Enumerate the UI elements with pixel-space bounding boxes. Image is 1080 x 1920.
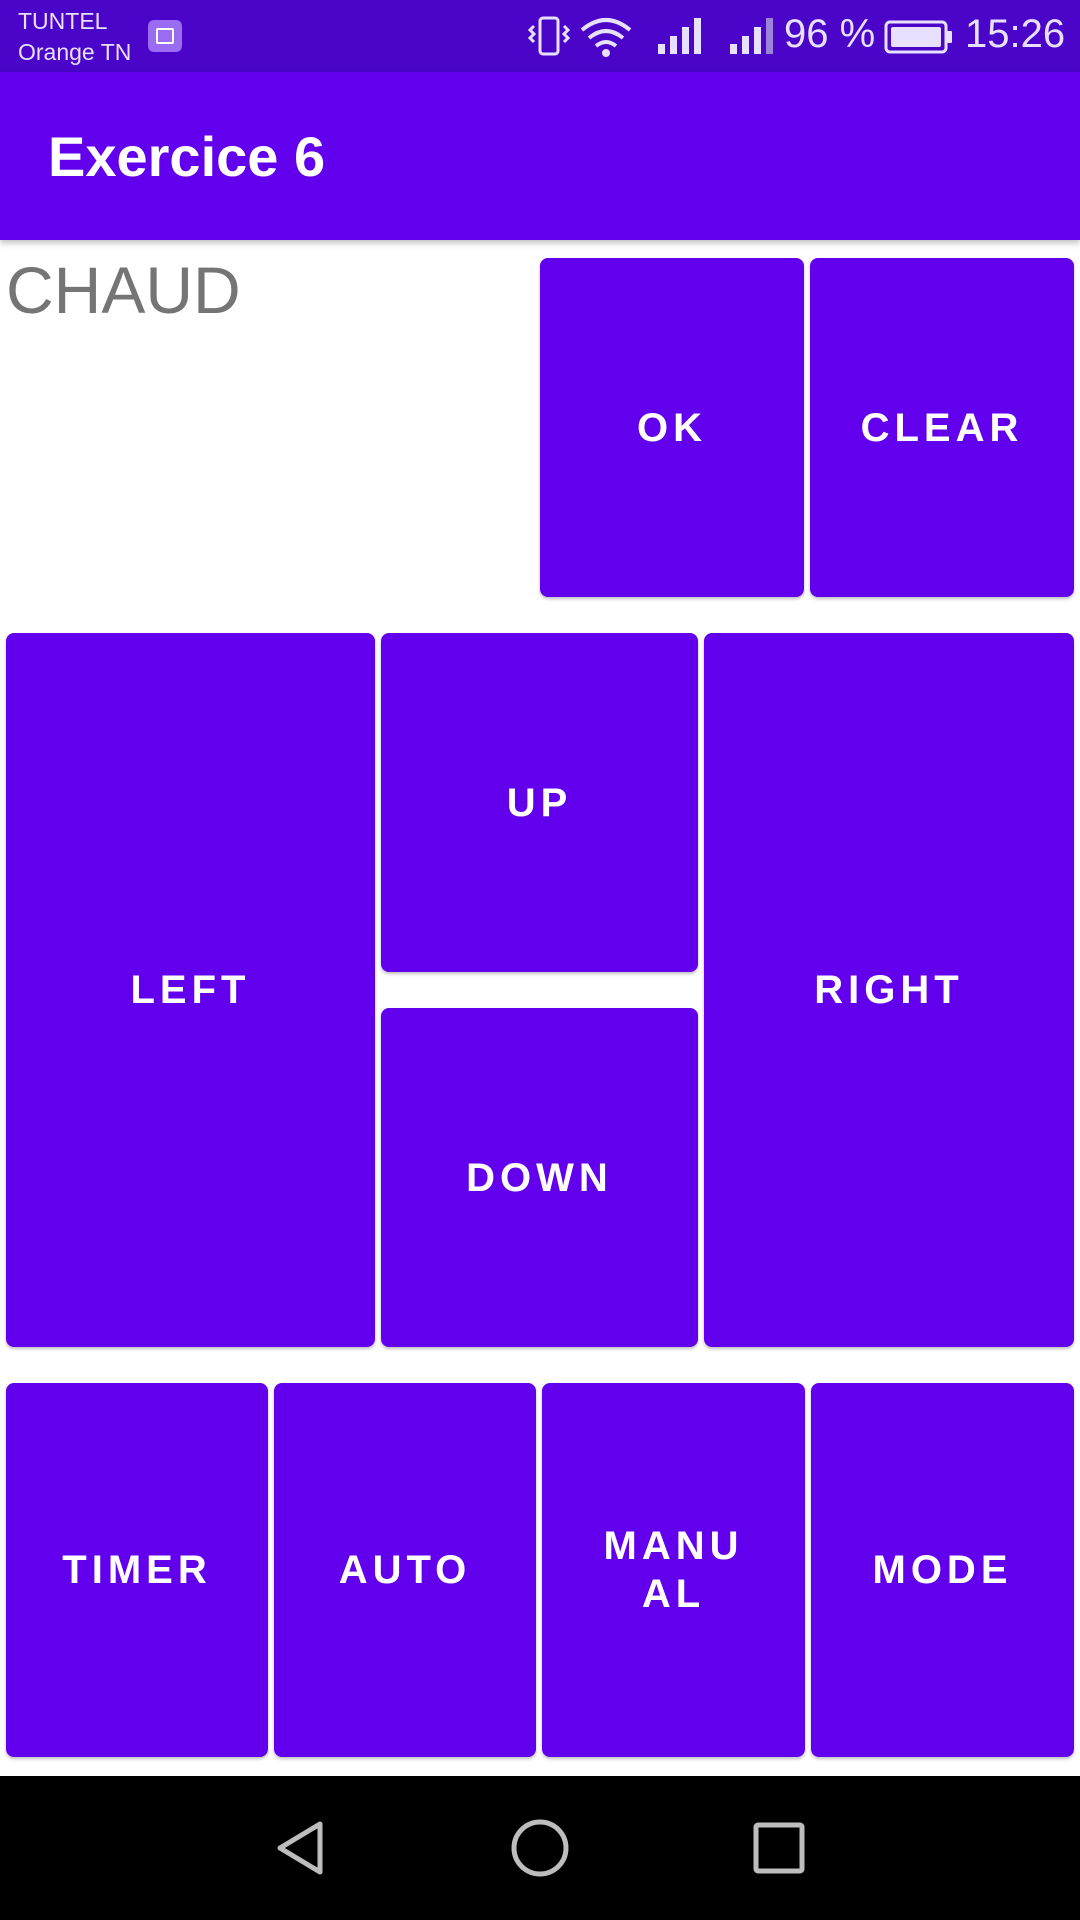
signal-icon-2 [730, 18, 773, 54]
manual-button[interactable]: MANU AL [542, 1383, 805, 1757]
timer-button[interactable]: TIMER [6, 1383, 268, 1757]
navigation-bar [0, 1776, 1080, 1920]
status-bar: TUNTEL Orange TN 96 % 15:26 [0, 0, 1080, 72]
back-icon [277, 1821, 323, 1875]
clear-button-label: CLEAR [860, 405, 1024, 450]
clear-button[interactable]: CLEAR [810, 258, 1074, 597]
status-text: CHAUD [6, 253, 241, 327]
auto-button[interactable]: AUTO [274, 1383, 536, 1757]
auto-button-label: AUTO [338, 1548, 472, 1592]
battery-percentage: 96 % [784, 12, 876, 56]
down-button[interactable]: DOWN [381, 1008, 698, 1347]
manual-button-label-line1: MANU [603, 1524, 744, 1568]
home-button[interactable] [480, 1776, 600, 1920]
page-title: Exercice 6 [48, 125, 326, 188]
clock: 15:26 [965, 12, 1066, 56]
signal-icon [658, 18, 701, 54]
carrier-operator: Orange TN [18, 39, 132, 65]
right-button-label: RIGHT [814, 968, 964, 1012]
timer-button-label: TIMER [62, 1548, 212, 1592]
ok-button[interactable]: OK [540, 258, 804, 597]
down-button-label: DOWN [466, 1155, 613, 1200]
app-bar: Exercice 6 [0, 72, 1080, 240]
left-button-label: LEFT [130, 968, 251, 1012]
mode-button-label: MODE [872, 1548, 1013, 1592]
up-button[interactable]: UP [381, 633, 698, 972]
recents-icon [753, 1822, 805, 1874]
battery-icon [884, 20, 952, 54]
wifi-icon [580, 18, 632, 57]
recents-button[interactable] [719, 1776, 839, 1920]
manual-button-label-line2: AL [641, 1572, 706, 1616]
left-button[interactable]: LEFT [6, 633, 375, 1347]
carrier-name: TUNTEL [18, 8, 108, 34]
back-button[interactable] [240, 1776, 360, 1920]
mode-button[interactable]: MODE [811, 1383, 1074, 1757]
vibrate-icon [528, 16, 570, 56]
right-button[interactable]: RIGHT [704, 633, 1074, 1347]
gallery-icon [148, 20, 182, 52]
ok-button-label: OK [637, 405, 707, 450]
carrier-info: TUNTEL Orange TN [18, 6, 131, 68]
home-icon [511, 1819, 569, 1877]
up-button-label: UP [506, 780, 573, 825]
